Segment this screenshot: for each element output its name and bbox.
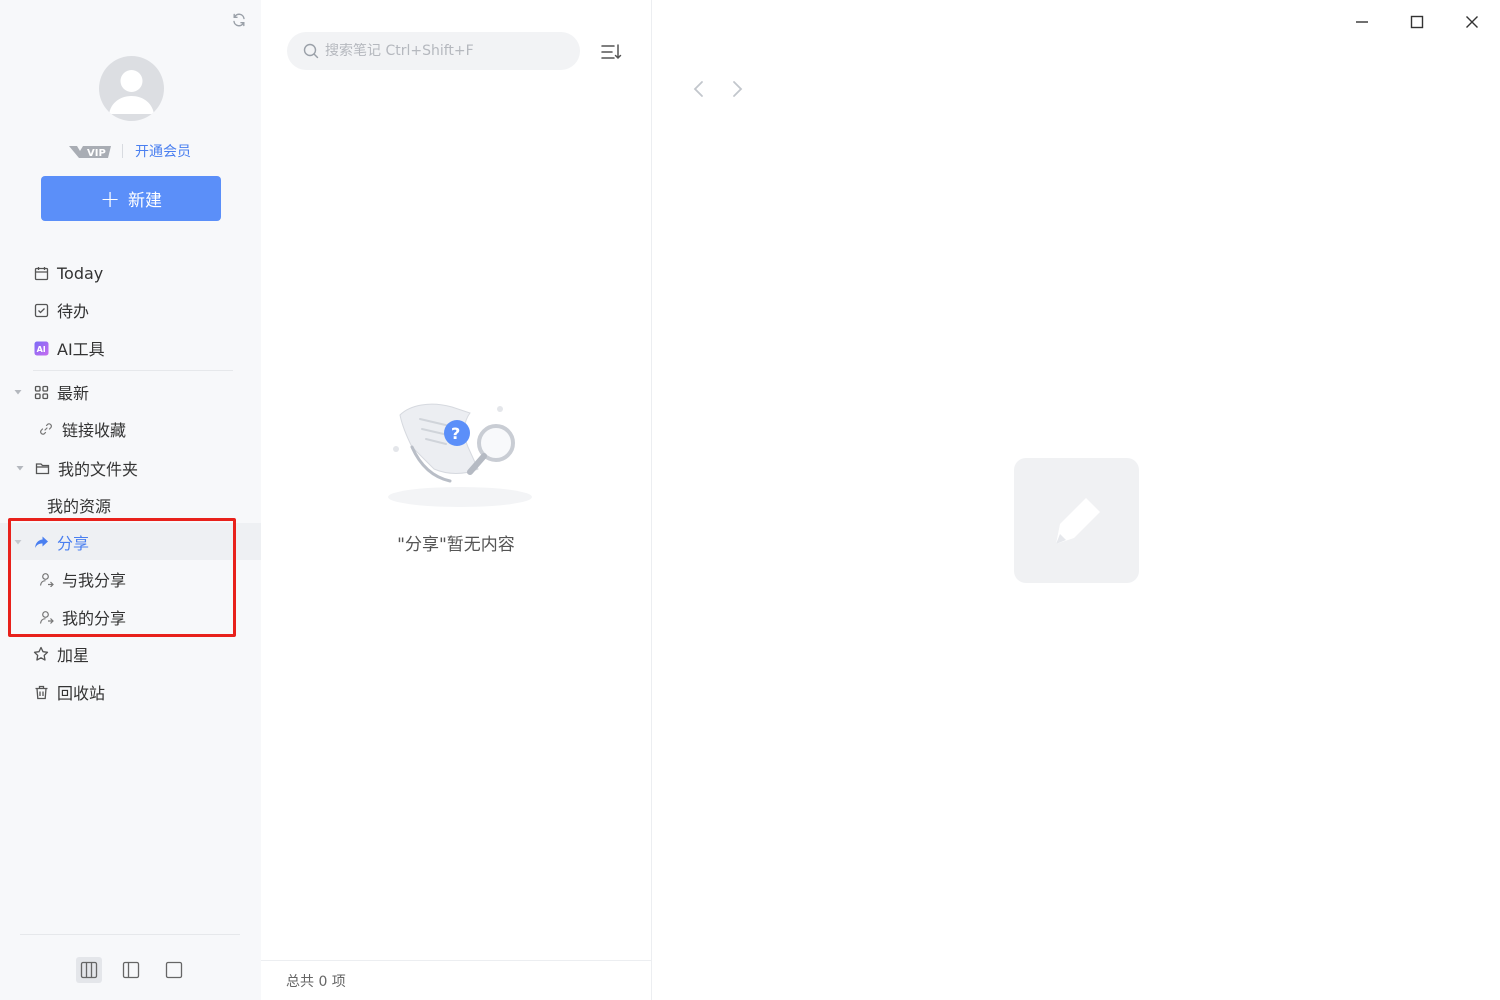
sidebar-item-label: 回收站 (57, 684, 106, 703)
sidebar-item-label: 加星 (57, 646, 90, 665)
pencil-icon (1055, 497, 1100, 544)
checkbox-icon (33, 302, 49, 318)
sidebar-item-my-resources[interactable]: 我的资源 (47, 490, 111, 520)
single-column-layout-icon[interactable] (161, 957, 187, 983)
vip-row: VIP 开通会员 (68, 141, 191, 161)
bottom-divider (20, 934, 240, 935)
ai-icon: AI (33, 340, 49, 356)
user-icon (38, 571, 54, 587)
sidebar-item-ai-tools[interactable]: AI AI工具 (33, 333, 105, 363)
section-divider (33, 370, 233, 371)
sidebar-item-label: 链接收藏 (62, 421, 127, 440)
folder-icon (34, 460, 50, 476)
sync-icon[interactable] (229, 10, 249, 30)
sidebar: VIP 开通会员 + 新建 Today 待办 AI AI工具 最新 链接收藏 我… (0, 0, 261, 1000)
become-member-link[interactable]: 开通会员 (135, 141, 191, 161)
sidebar-item-my-shares[interactable]: 我的分享 (38, 602, 126, 632)
sidebar-item-label: 我的分享 (62, 609, 127, 628)
user-icon (38, 609, 54, 625)
sidebar-item-label: 待办 (57, 302, 90, 321)
forward-arrow-icon[interactable] (727, 78, 749, 100)
sidebar-item-todo[interactable]: 待办 (33, 295, 89, 325)
sidebar-item-share[interactable]: 分享 (33, 527, 89, 557)
caret-down-icon[interactable] (13, 387, 23, 397)
caret-down-icon[interactable] (15, 463, 25, 473)
sidebar-item-label: 我的文件夹 (58, 460, 139, 479)
search-icon (303, 43, 319, 59)
sidebar-item-today[interactable]: Today (33, 258, 103, 288)
search-input[interactable] (325, 43, 575, 59)
empty-state-message: "分享"暂无内容 (397, 535, 515, 555)
sidebar-item-recycle-bin[interactable]: 回收站 (33, 677, 105, 707)
sidebar-item-shared-with-me[interactable]: 与我分享 (38, 564, 126, 594)
sidebar-item-label: 与我分享 (62, 571, 127, 590)
sidebar-item-latest[interactable]: 最新 (33, 377, 89, 407)
sidebar-item-label: AI工具 (57, 340, 105, 359)
sidebar-item-label: Today (57, 263, 104, 283)
svg-text:VIP: VIP (87, 148, 106, 159)
back-arrow-icon[interactable] (687, 78, 709, 100)
grid-icon (33, 384, 49, 400)
calendar-icon (33, 265, 49, 281)
user-avatar-icon[interactable] (99, 56, 164, 121)
empty-editor-placeholder (1014, 458, 1139, 583)
vip-divider (122, 144, 123, 158)
new-note-button[interactable]: + 新建 (41, 176, 221, 221)
vip-badge-icon: VIP (69, 146, 111, 159)
minimize-icon[interactable] (1347, 8, 1377, 36)
maximize-icon[interactable] (1402, 8, 1432, 36)
close-icon[interactable] (1457, 8, 1487, 36)
sort-icon[interactable] (599, 40, 623, 64)
three-column-layout-icon[interactable] (76, 957, 102, 983)
note-list-pane: ? "分享"暂无内容 总共 0 项 (261, 0, 651, 1000)
sidebar-item-link-collection[interactable]: 链接收藏 (38, 414, 126, 444)
trash-icon (33, 684, 49, 700)
link-icon (38, 421, 54, 437)
item-count: 总共 0 项 (286, 974, 346, 990)
plus-icon: + (99, 184, 121, 213)
editor-pane (652, 0, 1500, 1000)
caret-down-icon[interactable] (13, 537, 23, 547)
sidebar-item-label: 我的资源 (47, 497, 112, 516)
sidebar-item-starred[interactable]: 加星 (33, 639, 89, 669)
two-column-layout-icon[interactable] (118, 957, 144, 983)
search-box[interactable] (287, 32, 580, 70)
sidebar-item-label: 最新 (57, 384, 90, 403)
share-arrow-icon (33, 534, 49, 550)
sidebar-item-my-folder[interactable]: 我的文件夹 (34, 453, 138, 483)
empty-state-illustration-icon: ? (388, 403, 532, 507)
new-button-label: 新建 (128, 191, 163, 211)
star-icon (33, 646, 49, 662)
svg-text:AI: AI (36, 345, 45, 354)
svg-text:?: ? (451, 424, 460, 443)
sidebar-item-label: 分享 (57, 534, 90, 553)
